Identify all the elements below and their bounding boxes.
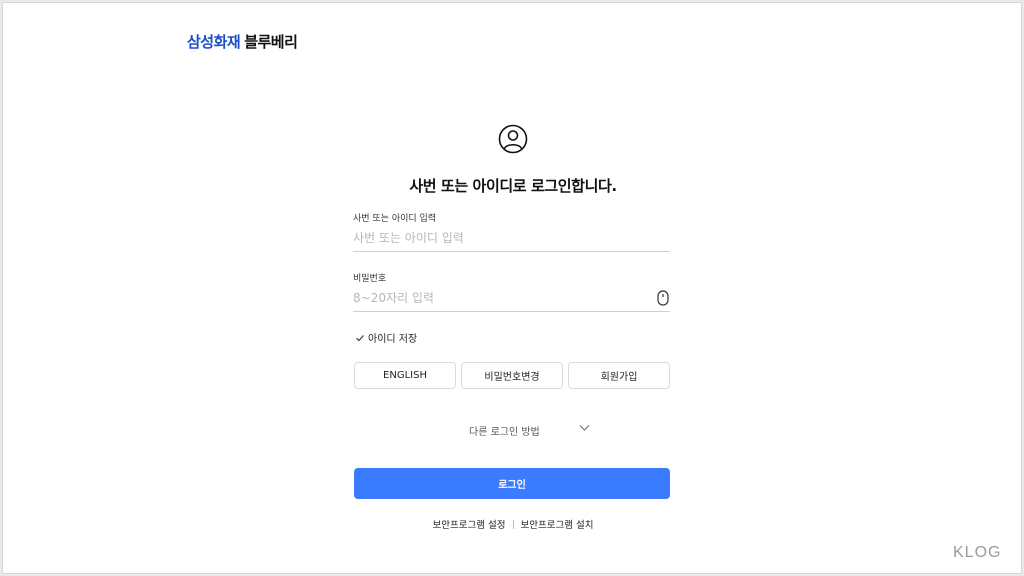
security-settings-link[interactable]: 보안프로그램 설정 [433,517,506,531]
chevron-down-icon[interactable] [579,424,590,432]
id-field-label: 사번 또는 아이디 입력 [353,214,437,224]
change-password-button[interactable]: 비밀번호변경 [461,362,563,389]
person-circle-icon [498,124,528,154]
security-install-link[interactable]: 보안프로그램 설치 [521,517,594,531]
english-button[interactable]: ENGLISH [354,362,456,389]
secondary-button-row: ENGLISH 비밀번호변경 회원가입 [354,362,670,389]
save-id-checkbox[interactable]: 아이디 저장 [355,330,417,345]
password-input[interactable] [353,284,670,312]
password-field-label: 비밀번호 [353,274,387,284]
brand-name-samsung: 삼성화재 [187,33,241,51]
save-id-label: 아이디 저장 [368,334,418,345]
signup-button[interactable]: 회원가입 [568,362,670,389]
login-button[interactable]: 로그인 [354,468,670,499]
watermark-logo: KLOG [953,544,1002,561]
footer-links: 보안프로그램 설정 보안프로그램 설치 [3,517,1023,531]
footer-divider [512,519,514,529]
id-input[interactable] [353,224,670,252]
brand-name-blueberry: 블루베리 [244,33,298,51]
other-login-toggle[interactable]: 다른 로그인 방법 [469,423,540,438]
login-page: 삼성화재 블루베리 사번 또는 아이디로 로그인합니다. 사번 또는 아이디 입력… [2,2,1022,574]
brand-logo[interactable]: 삼성화재 블루베리 [187,31,298,52]
eye-icon[interactable] [657,290,669,306]
check-icon [356,334,364,341]
page-title: 사번 또는 아이디로 로그인합니다. [409,177,617,195]
